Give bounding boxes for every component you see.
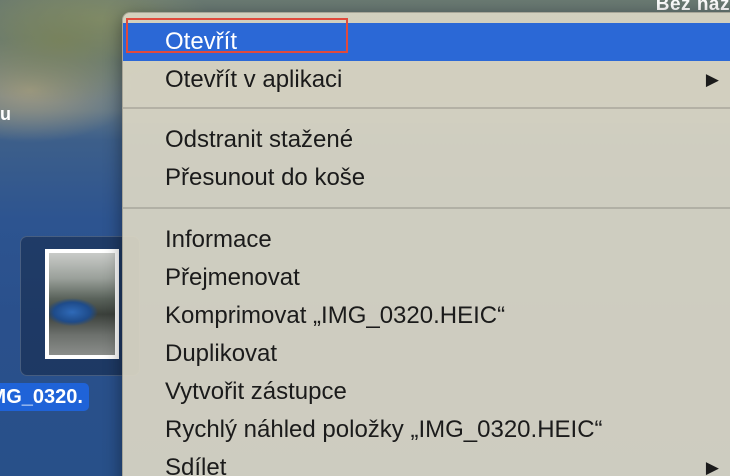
menu-item-make-alias[interactable]: Vytvořit zástupce	[123, 373, 730, 411]
menu-item-label: Otevřít	[165, 28, 238, 55]
menu-item-compress[interactable]: Komprimovat „IMG_0320.HEIC“	[123, 297, 730, 335]
menu-item-duplicate[interactable]: Duplikovat	[123, 335, 730, 373]
desktop-edge-text: u	[0, 104, 11, 124]
menu-item-move-to-trash[interactable]: Přesunout do koše	[123, 159, 730, 197]
menu-item-remove-download[interactable]: Odstranit stažené	[123, 121, 730, 159]
menu-item-label: Přesunout do koše	[165, 164, 366, 191]
menu-item-label: Komprimovat „IMG_0320.HEIC“	[165, 302, 506, 329]
submenu-arrow-icon: ▶	[705, 70, 719, 89]
menu-item-label: Duplikovat	[165, 340, 278, 367]
menu-item-label: Přejmenovat	[165, 264, 300, 291]
menu-item-label: Vytvořit zástupce	[165, 378, 347, 405]
car-photo-thumbnail	[49, 253, 115, 355]
context-menu: Otevřít Otevřít v aplikaci ▶ Odstranit s…	[122, 12, 730, 476]
menu-item-label: Rychlý náhled položky „IMG_0320.HEIC“	[165, 416, 603, 443]
menu-item-quick-look[interactable]: Rychlý náhled položky „IMG_0320.HEIC“	[123, 411, 730, 449]
file-name-label[interactable]: IMG_0320.	[0, 383, 89, 411]
submenu-arrow-icon: ▶	[705, 458, 719, 476]
menu-item-label: Otevřít v aplikaci	[165, 66, 343, 93]
menu-separator	[123, 207, 730, 209]
menu-item-share[interactable]: Sdílet ▶	[123, 449, 730, 476]
menu-item-rename[interactable]: Přejmenovat	[123, 259, 730, 297]
menu-item-label: Informace	[165, 226, 272, 253]
menu-separator	[123, 107, 730, 109]
menu-item-get-info[interactable]: Informace	[123, 221, 730, 259]
desktop: Bez náz u IMG_0320. Otevřít Otevřít v ap…	[0, 0, 730, 476]
menu-item-open-with[interactable]: Otevřít v aplikaci ▶	[123, 61, 730, 99]
menu-item-label: Odstranit stažené	[165, 126, 354, 153]
menu-item-label: Sdílet	[165, 454, 227, 476]
image-thumbnail	[45, 249, 119, 359]
menu-item-open[interactable]: Otevřít	[123, 23, 730, 61]
